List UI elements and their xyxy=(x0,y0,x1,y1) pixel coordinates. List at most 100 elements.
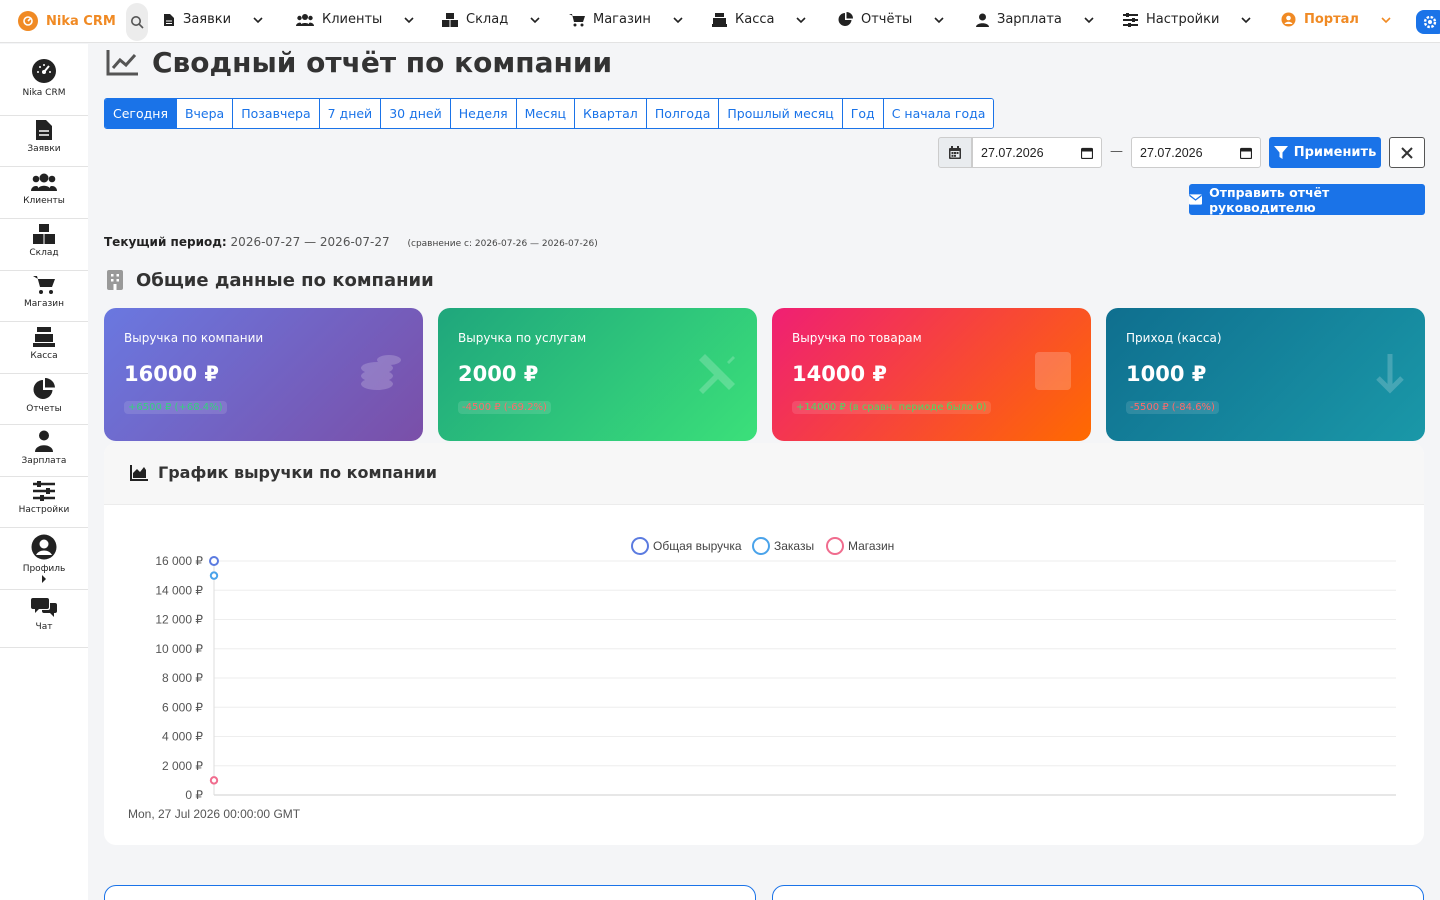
settings-gear-button[interactable] xyxy=(1416,10,1440,34)
period-button-group: Сегодня Вчера Позавчера 7 дней 30 дней Н… xyxy=(104,98,995,129)
sliders-icon xyxy=(33,481,55,501)
stat-card-change: -4500 ₽ (-69.2%) xyxy=(458,401,551,414)
period-today-button[interactable]: Сегодня xyxy=(105,99,177,128)
sliders-icon xyxy=(1123,12,1138,27)
search-button[interactable] xyxy=(126,3,148,41)
period-quarter-button[interactable]: Квартал xyxy=(575,99,647,128)
current-period-value: 2026-07-27 — 2026-07-27 xyxy=(230,235,390,249)
cart-icon xyxy=(33,276,55,294)
x-tick-label: Mon, 27 Jul 2026 00:00:00 GMT xyxy=(128,807,301,821)
users-icon xyxy=(296,13,314,26)
users-icon xyxy=(31,173,57,191)
y-tick-label: 6 000 ₽ xyxy=(162,700,203,714)
chat-icon xyxy=(31,598,57,617)
nav-item-portal[interactable]: Портал xyxy=(1281,12,1393,27)
nav-item-warehouse[interactable]: Склад xyxy=(442,12,542,27)
section-title: Общие данные по компании xyxy=(106,269,434,291)
period-yesterday-button[interactable]: Вчера xyxy=(176,99,234,128)
date-range-separator: — xyxy=(1110,144,1123,159)
date-from-input[interactable]: 27.07.2026 xyxy=(972,137,1102,168)
envelope-icon xyxy=(1189,194,1203,205)
tools-icon xyxy=(699,354,735,394)
file-icon xyxy=(36,120,52,140)
building-icon xyxy=(107,270,123,290)
legend-marker xyxy=(631,537,649,555)
revenue-chart-card: График выручки по компании 0 ₽ 2 000 ₽ 4 0… xyxy=(104,443,1424,845)
sidebar-item-chat[interactable]: Чат xyxy=(0,596,88,648)
bottom-card-left xyxy=(104,885,756,900)
user-circle-icon xyxy=(1281,12,1296,27)
stat-card-value: 2000 ₽ xyxy=(458,362,539,386)
cash-register-icon xyxy=(712,12,727,27)
cart-icon xyxy=(569,13,585,26)
nav-item-reports[interactable]: Отчёты xyxy=(838,12,946,27)
sidebar-item-settings[interactable]: Настройки xyxy=(0,481,88,528)
nav-item-shop[interactable]: Магазин xyxy=(569,12,685,27)
area-chart-icon xyxy=(130,464,148,481)
sidebar-item-profile[interactable]: Профиль xyxy=(0,534,88,590)
y-tick-label: 4 000 ₽ xyxy=(162,730,203,744)
date-to-input[interactable]: 27.07.2026 xyxy=(1131,137,1261,168)
legend-marker xyxy=(826,537,844,555)
period-last-month-button[interactable]: Прошлый месяц xyxy=(719,99,843,128)
stat-card-change: +6500 ₽ (+68.4%) xyxy=(124,401,227,414)
sidebar-item-orders[interactable]: Заявки xyxy=(0,120,88,167)
chevron-down-icon xyxy=(404,16,414,23)
stat-card-label: Выручка по компании xyxy=(124,331,264,345)
stat-card-change: +14000 ₽ (в сравн. периоде было 0) xyxy=(792,401,991,414)
y-tick-label: 12 000 ₽ xyxy=(155,613,203,627)
nav-item-cash[interactable]: Касса xyxy=(712,12,808,27)
chevron-down-icon xyxy=(934,16,944,23)
period-ytd-button[interactable]: С начала года xyxy=(883,99,994,128)
period-year-button[interactable]: Год xyxy=(842,99,884,128)
sidebar-item-clients[interactable]: Клиенты xyxy=(0,172,88,219)
sidebar-item-shop[interactable]: Магазин xyxy=(0,275,88,322)
legend-label: Заказы xyxy=(774,539,814,553)
sidebar-item-dashboard[interactable]: Nika CRM xyxy=(0,58,88,116)
stat-card-goods-revenue: Выручка по товарам 14000 ₽ +14000 ₽ (в с… xyxy=(772,308,1091,441)
apply-button[interactable]: Применить xyxy=(1269,137,1381,168)
caret-right-icon xyxy=(42,575,46,583)
coins-icon xyxy=(361,355,401,390)
legend-marker xyxy=(752,537,770,555)
legend-label: Магазин xyxy=(848,539,894,553)
sidebar-item-reports[interactable]: Отчеты xyxy=(0,378,88,425)
calendar-picker-icon[interactable] xyxy=(1081,147,1093,159)
calendar-picker-icon[interactable] xyxy=(1240,147,1252,159)
period-day-before-yesterday-button[interactable]: Позавчера xyxy=(233,99,320,128)
current-period-info: Текущий период: 2026-07-27 — 2026-07-27 … xyxy=(104,235,598,249)
nav-item-settings[interactable]: Настройки xyxy=(1123,12,1253,27)
calendar-addon xyxy=(938,137,972,168)
sidebar-item-cash[interactable]: Касса xyxy=(0,327,88,374)
page-title: Сводный отчёт по компании xyxy=(106,46,612,79)
data-point xyxy=(209,556,219,566)
sidebar-item-salary[interactable]: Зарплата xyxy=(0,430,88,477)
y-tick-label: 2 000 ₽ xyxy=(162,759,203,773)
nav-item-orders[interactable]: Заявки xyxy=(163,12,265,27)
user-tie-icon xyxy=(35,430,53,452)
data-point xyxy=(209,776,219,785)
stat-card-value: 16000 ₽ xyxy=(124,362,219,386)
nav-item-clients[interactable]: Клиенты xyxy=(296,12,416,27)
chevron-down-icon xyxy=(1084,16,1094,23)
period-7-days-button[interactable]: 7 дней xyxy=(319,99,382,128)
period-month-button[interactable]: Месяц xyxy=(516,99,576,128)
brand-logo[interactable]: Nika CRM xyxy=(18,11,116,31)
stat-card-change: -5500 ₽ (-84.6%) xyxy=(1126,401,1219,414)
user-tie-icon xyxy=(976,13,989,27)
chevron-down-icon xyxy=(253,16,263,23)
reset-button[interactable] xyxy=(1389,137,1425,168)
period-30-days-button[interactable]: 30 дней xyxy=(381,99,451,128)
y-tick-label: 0 ₽ xyxy=(185,788,203,802)
period-half-year-button[interactable]: Полгода xyxy=(646,99,720,128)
sidebar-item-warehouse[interactable]: Склад xyxy=(0,224,88,271)
nav-item-salary[interactable]: Зарплата xyxy=(976,12,1096,27)
search-icon xyxy=(131,16,144,29)
top-navbar: Nika CRM Заявки Клиенты Склад Магазин Ка… xyxy=(0,0,1440,43)
send-report-button[interactable]: Отправить отчёт руководителю xyxy=(1189,184,1425,215)
data-point xyxy=(209,571,219,580)
y-tick-label: 14 000 ₽ xyxy=(155,583,203,597)
y-tick-label: 8 000 ₽ xyxy=(162,671,203,685)
period-week-button[interactable]: Неделя xyxy=(450,99,517,128)
gear-icon xyxy=(1423,15,1437,29)
